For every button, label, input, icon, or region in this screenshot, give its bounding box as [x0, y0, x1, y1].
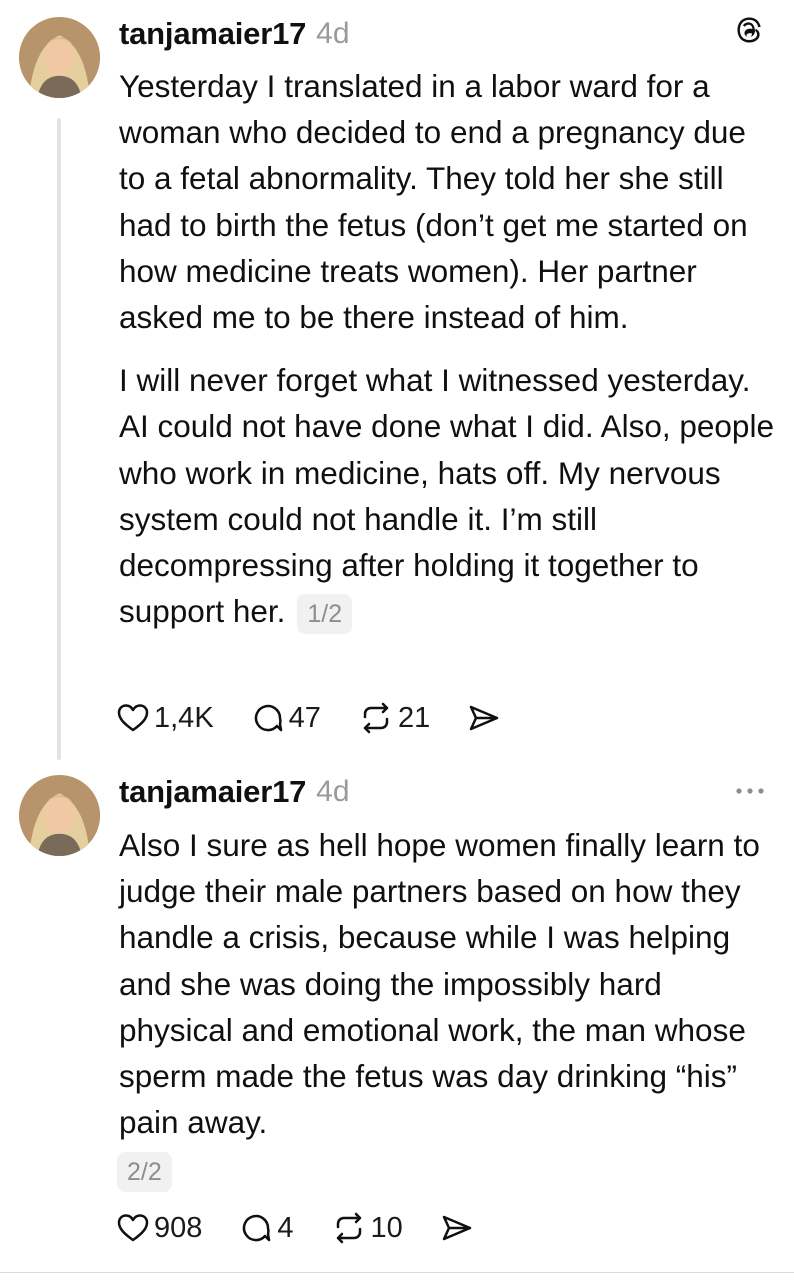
timestamp[interactable]: 4d: [316, 17, 349, 51]
thread-post-2: tanjamaier17 4d Also I sure as hell hope…: [0, 760, 794, 1272]
like-count: 908: [154, 1211, 203, 1244]
username[interactable]: tanjamaier17: [119, 774, 306, 810]
timestamp[interactable]: 4d: [316, 775, 349, 809]
heart-icon: [117, 704, 149, 732]
reply-button[interactable]: 4: [240, 1211, 294, 1245]
like-button[interactable]: 908: [117, 1212, 202, 1245]
send-icon: [469, 705, 499, 731]
avatar[interactable]: [19, 775, 100, 856]
post-paragraph: I will never forget what I witnessed yes…: [119, 357, 774, 634]
post-header: tanjamaier17 4d: [119, 772, 770, 812]
heart-icon: [117, 1214, 149, 1242]
repost-count: 10: [370, 1211, 403, 1244]
thread-page-badge: 2/2: [117, 1152, 172, 1192]
threads-logo-icon[interactable]: [734, 16, 766, 53]
reply-count: 4: [277, 1211, 294, 1244]
like-button[interactable]: 1,4K: [117, 702, 214, 735]
post-header: tanjamaier17 4d: [119, 14, 770, 54]
username[interactable]: tanjamaier17: [119, 16, 306, 52]
post-paragraph: Yesterday I translated in a labor ward f…: [119, 68, 748, 336]
thread-page-badge: 1/2: [297, 593, 353, 634]
post-body: Yesterday I translated in a labor ward f…: [119, 63, 774, 634]
repost-button[interactable]: 21: [359, 702, 430, 735]
post-actions: 908 4 10: [117, 1208, 511, 1248]
share-button[interactable]: [441, 1213, 473, 1243]
thread-connector-line: [57, 118, 61, 760]
avatar[interactable]: [19, 17, 100, 98]
repost-count: 21: [397, 701, 431, 734]
post-paragraph: Also I sure as hell hope women finally l…: [119, 827, 760, 1141]
reply-count: 47: [288, 701, 321, 734]
thread-post-1: tanjamaier17 4d Yesterday I translated i…: [0, 0, 794, 760]
comment-icon: [243, 1214, 271, 1242]
reply-button[interactable]: 47: [252, 702, 321, 735]
share-button[interactable]: [468, 703, 500, 733]
like-count: 1,4K: [154, 701, 214, 734]
repost-button[interactable]: 10: [332, 1212, 403, 1245]
repost-icon: [336, 1212, 361, 1244]
repost-icon: [363, 702, 389, 734]
avatar-photo: [19, 17, 100, 98]
post-body: Also I sure as hell hope women finally l…: [119, 822, 774, 1145]
comment-icon: [254, 704, 282, 732]
send-icon: [442, 1215, 472, 1241]
more-options-icon[interactable]: [734, 783, 766, 801]
avatar-photo: [19, 775, 100, 856]
post-actions: 1,4K 47 21: [117, 698, 538, 738]
post-paragraph-text: I will never forget what I witnessed yes…: [119, 362, 774, 630]
divider: [0, 1272, 794, 1273]
